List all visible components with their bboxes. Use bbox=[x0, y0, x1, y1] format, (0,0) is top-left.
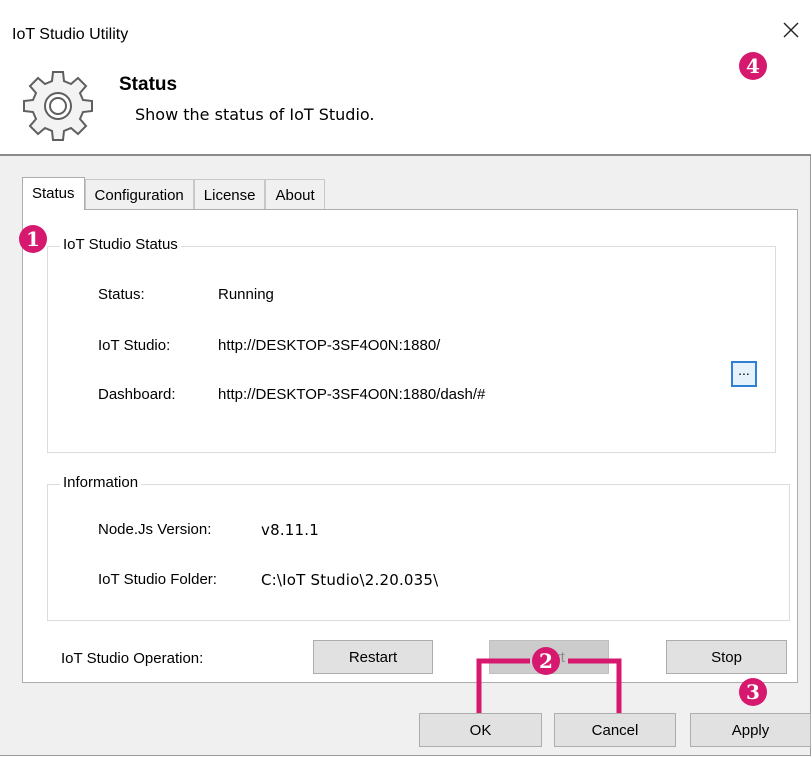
node-version-value: v8.11.1 bbox=[261, 521, 319, 539]
tab-status[interactable]: Status bbox=[22, 177, 85, 210]
node-version-label: Node.Js Version: bbox=[98, 521, 212, 538]
tab-about[interactable]: About bbox=[265, 179, 325, 210]
tab-bar: Status Configuration License About bbox=[22, 177, 325, 210]
status-tab-panel: IoT Studio Status Status: Running IoT St… bbox=[22, 209, 798, 683]
header-area: IoT Studio Utility Status Show the statu… bbox=[0, 0, 811, 156]
window-title: IoT Studio Utility bbox=[12, 26, 129, 43]
iot-studio-url: http://DESKTOP-3SF4O0N:1880/ bbox=[218, 337, 441, 354]
apply-button[interactable]: Apply bbox=[690, 713, 811, 747]
callout-badge-4: 4 bbox=[739, 52, 767, 80]
restart-button[interactable]: Restart bbox=[313, 640, 433, 674]
dashboard-label: Dashboard: bbox=[98, 386, 176, 403]
header-title: Status bbox=[119, 74, 178, 95]
iot-studio-status-group: IoT Studio Status Status: Running IoT St… bbox=[47, 236, 776, 453]
dashboard-url: http://DESKTOP-3SF4O0N:1880/dash/# bbox=[218, 386, 486, 403]
close-icon bbox=[783, 22, 799, 38]
iot-studio-label: IoT Studio: bbox=[98, 337, 171, 354]
information-group-title: Information bbox=[60, 474, 142, 491]
callout-badge-2: 2 bbox=[532, 647, 560, 675]
cancel-button[interactable]: Cancel bbox=[554, 713, 676, 747]
stop-button[interactable]: Stop bbox=[666, 640, 787, 674]
status-group-title: IoT Studio Status bbox=[60, 236, 181, 253]
status-label: Status: bbox=[98, 286, 145, 303]
information-group: Information Node.Js Version: v8.11.1 IoT… bbox=[47, 474, 790, 621]
utility-window: IoT Studio Utility Status Show the statu… bbox=[0, 0, 811, 756]
header-description: Show the status of IoT Studio. bbox=[135, 105, 375, 124]
callout-badge-1: 1 bbox=[19, 225, 47, 253]
tab-license[interactable]: License bbox=[193, 179, 266, 210]
iot-studio-folder-label: IoT Studio Folder: bbox=[98, 571, 217, 588]
ok-button[interactable]: OK bbox=[419, 713, 542, 747]
iot-studio-folder-value: C:\IoT Studio\2.20.035\ bbox=[261, 571, 439, 589]
close-button[interactable] bbox=[771, 10, 811, 50]
browse-folder-button[interactable]: ... bbox=[731, 361, 757, 387]
status-value: Running bbox=[218, 286, 274, 303]
tab-configuration[interactable]: Configuration bbox=[84, 179, 194, 210]
gear-icon bbox=[23, 71, 93, 141]
callout-badge-3: 3 bbox=[739, 678, 767, 706]
operation-label: IoT Studio Operation: bbox=[61, 650, 204, 667]
